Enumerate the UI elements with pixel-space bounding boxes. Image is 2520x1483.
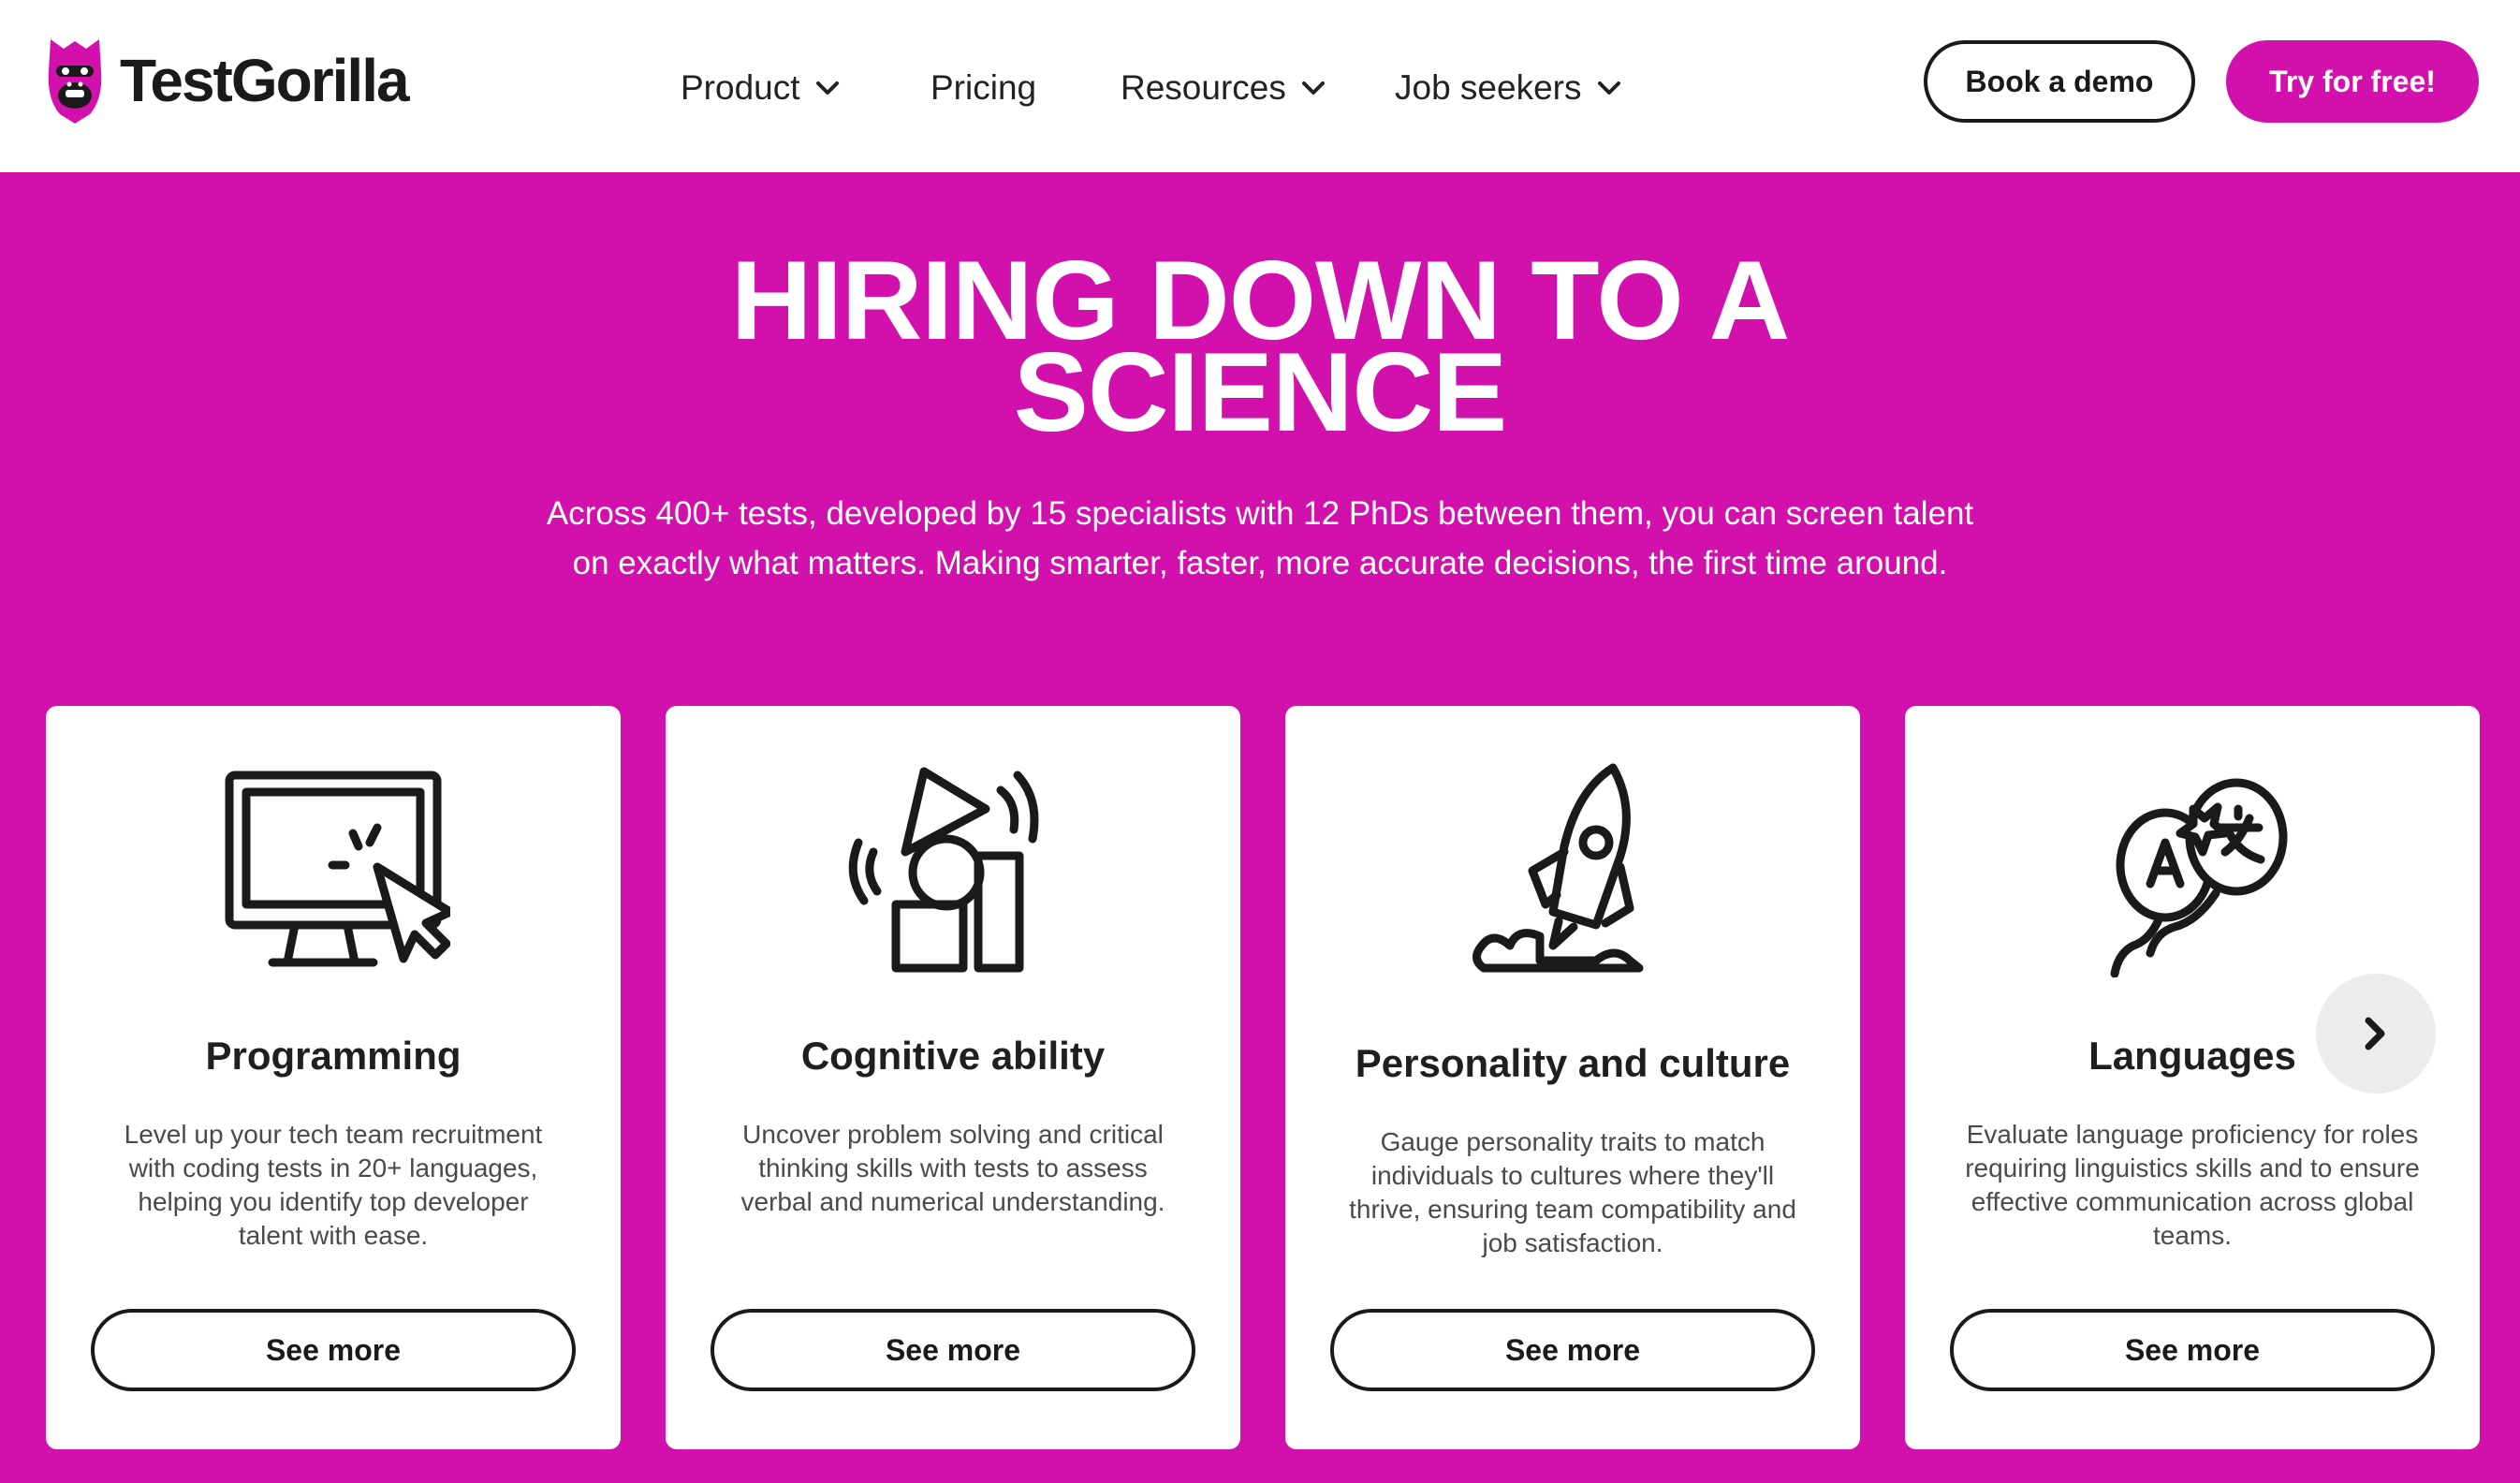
card-desc-line: effective communication across global [1971, 1187, 2414, 1216]
hero-subtitle-line2: on exactly what matters. Making smarter,… [572, 545, 1948, 581]
card-desc-line: thrive, ensuring team compatibility and [1349, 1195, 1796, 1224]
see-more-button[interactable]: See more [1330, 1309, 1815, 1391]
card-desc-line: Level up your tech team recruitment [124, 1120, 543, 1149]
card-personality-culture: Personality and culture Gauge personalit… [1285, 706, 1860, 1449]
card-programming: Programming Level up your tech team recr… [46, 706, 621, 1449]
see-more-button[interactable]: See more [91, 1309, 576, 1391]
nav-pricing[interactable]: Pricing [930, 60, 1036, 116]
try-free-button[interactable]: Try for free! [2226, 40, 2479, 123]
book-demo-button[interactable]: Book a demo [1924, 40, 2195, 123]
logo[interactable]: TestGorilla [43, 34, 410, 127]
hero-title-line2: SCIENCE [1013, 330, 1507, 455]
card-description: Gauge personality traits to match indivi… [1341, 1125, 1804, 1260]
site-header: TestGorilla Product Pricing Resources Jo… [0, 0, 2520, 172]
nav-resources[interactable]: Resources [1121, 60, 1326, 116]
card-desc-line: Uncover problem solving and critical [742, 1120, 1164, 1149]
carousel-next-button[interactable] [2316, 974, 2436, 1094]
hero-subtitle: Across 400+ tests, developed by 15 speci… [468, 489, 2052, 588]
rocket-icon [1472, 763, 1644, 973]
card-title: Cognitive ability [800, 1034, 1106, 1078]
gorilla-icon [48, 39, 102, 124]
chevron-down-icon [1301, 81, 1325, 95]
nav-pricing-label: Pricing [930, 68, 1037, 107]
card-cognitive-ability: Cognitive ability Uncover problem solvin… [666, 706, 1240, 1449]
card-desc-line: Gauge personality traits to match [1380, 1127, 1765, 1156]
monitor-cursor-icon [225, 771, 450, 967]
card-desc-line: Evaluate language proficiency for roles [1966, 1120, 2419, 1149]
nav-product[interactable]: Product [681, 60, 840, 116]
card-description: Evaluate language proficiency for roles … [1961, 1118, 2424, 1253]
card-desc-line: job satisfaction. [1482, 1228, 1663, 1257]
card-description: Level up your tech team recruitment with… [102, 1118, 564, 1253]
card-desc-line: thinking skills with tests to assess [758, 1153, 1148, 1182]
chevron-down-icon [1597, 81, 1620, 95]
card-description: Uncover problem solving and critical thi… [722, 1118, 1184, 1219]
card-desc-line: verbal and numerical understanding. [740, 1187, 1165, 1216]
see-more-button[interactable]: See more [711, 1309, 1195, 1391]
card-title: Programming [205, 1034, 462, 1078]
card-desc-line: teams. [2152, 1221, 2233, 1250]
nav-job-seekers[interactable]: Job seekers [1395, 60, 1621, 116]
card-desc-line: helping you identify top developer [138, 1187, 529, 1216]
card-desc-line: individuals to cultures where they'll [1370, 1161, 1775, 1190]
chevron-down-icon [815, 81, 839, 95]
card-title: Personality and culture [1355, 1041, 1791, 1085]
card-desc-line: with coding tests in 20+ languages, [128, 1153, 538, 1182]
hero-title: HIRING DOWN TO A SCIENCE [0, 244, 2520, 455]
brand-name: TestGorilla [120, 47, 410, 114]
language-balloons-icon [2110, 778, 2288, 977]
chevron-right-icon [2365, 1017, 2385, 1050]
nav-resources-label: Resources [1121, 68, 1286, 107]
card-desc-line: talent with ease. [238, 1221, 429, 1250]
hero-subtitle-line1: Across 400+ tests, developed by 15 speci… [546, 495, 1974, 532]
nav-job-seekers-label: Job seekers [1395, 68, 1582, 107]
card-desc-line: requiring linguistics skills and to ensu… [1965, 1153, 2420, 1182]
see-more-button[interactable]: See more [1950, 1309, 2435, 1391]
nav-product-label: Product [681, 68, 800, 107]
shapes-icon [848, 767, 1039, 973]
